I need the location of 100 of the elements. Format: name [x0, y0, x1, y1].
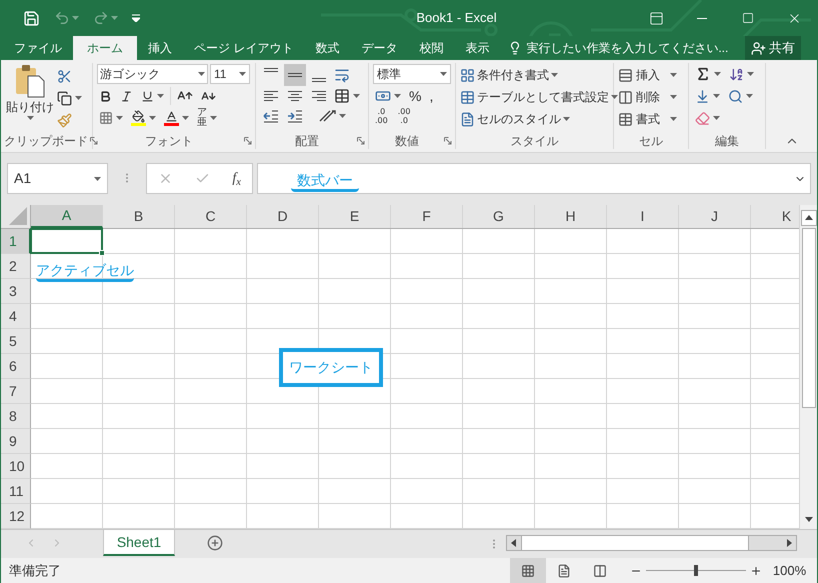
row-header[interactable]: 10 [1, 454, 31, 479]
align-lines-icon [264, 68, 278, 72]
ribbon-tab[interactable]: ファイル [3, 36, 73, 60]
dialog-launcher-icon[interactable] [444, 137, 452, 145]
fill-color-button[interactable] [129, 108, 158, 128]
column-header[interactable]: F [391, 205, 463, 228]
decimal-button[interactable]: .0 .00 [373, 107, 390, 125]
caret-icon [563, 117, 570, 121]
style-icon [460, 90, 475, 104]
name-box[interactable]: A1 [7, 163, 108, 194]
column-header[interactable]: I [607, 205, 679, 228]
dialog-launcher-icon[interactable] [90, 137, 98, 145]
ribbon-tab[interactable]: 校閲 [408, 36, 454, 60]
row-header[interactable]: 2 [1, 254, 31, 279]
caret-icon [94, 176, 101, 180]
caret-icon [26, 116, 34, 120]
share-button[interactable]: 共有 [745, 36, 801, 60]
ribbon-tab[interactable]: データ [350, 36, 408, 60]
ribbon-tab[interactable]: ホーム [73, 36, 137, 60]
active-cell[interactable] [30, 228, 103, 254]
row-header[interactable]: 4 [1, 304, 31, 329]
save-icon[interactable] [23, 10, 40, 26]
column-header[interactable]: D [247, 205, 319, 228]
caret-icon [239, 72, 246, 76]
group-label: 配置 [295, 135, 319, 147]
view-icon [557, 564, 571, 578]
column-header[interactable]: G [463, 205, 535, 228]
column-header[interactable]: C [175, 205, 247, 228]
number-format-dropdown[interactable]: 標準 [373, 64, 451, 84]
customize-icon[interactable] [132, 14, 140, 22]
cells-icon [618, 90, 633, 104]
caret-icon [394, 94, 401, 98]
insert-function-button[interactable]: f$_{x}$ [232, 168, 241, 189]
cell-command-button[interactable]: 書式 [618, 108, 677, 130]
indent-increase-icon [287, 109, 303, 123]
column-header[interactable]: B [103, 205, 175, 228]
fill-handle[interactable] [99, 250, 105, 256]
font-name-dropdown[interactable]: 游ゴシック [97, 64, 208, 84]
view-icon [521, 564, 535, 578]
maximize-icon [742, 12, 754, 24]
row-header[interactable]: 6 [1, 354, 31, 379]
search-icon [728, 88, 743, 104]
zoom-level[interactable]: 100% [762, 560, 817, 580]
row-header[interactable]: 8 [1, 404, 31, 429]
phonetic-glyph: ア [197, 108, 207, 118]
style-command-button[interactable]: テーブルとして書式設定 [460, 86, 618, 108]
caret-icon [440, 72, 447, 76]
style-command-button[interactable]: セルのスタイル [460, 108, 570, 130]
window-title: Book1 - Excel [416, 9, 497, 28]
ribbon-tab[interactable]: 数式 [304, 36, 350, 60]
scissors-icon [57, 68, 72, 84]
style-command-button[interactable]: 条件付き書式 [460, 64, 558, 86]
column-header[interactable]: H [535, 205, 607, 228]
horizontal-scrollbar[interactable] [506, 535, 797, 551]
zoom-in-icon[interactable] [750, 564, 762, 576]
dialog-launcher-icon[interactable] [357, 137, 365, 145]
paintbrush-icon [57, 112, 72, 128]
scroll-thumb[interactable] [802, 228, 816, 408]
caret-icon [670, 95, 677, 99]
number-style-button[interactable]: , [427, 89, 436, 103]
cell-command-button[interactable]: 削除 [618, 86, 677, 108]
ribbon-tab[interactable]: 挿入 [137, 36, 183, 60]
sheet-tab[interactable]: Sheet1 [103, 530, 175, 556]
dialog-launcher-icon[interactable] [244, 137, 252, 145]
tell-me-field[interactable]: 実行したい作業を入力してください... [526, 39, 728, 57]
group-label: 編集 [715, 135, 739, 147]
font-size-dropdown[interactable]: 11 [210, 64, 250, 84]
row-header[interactable]: 7 [1, 379, 31, 404]
row-header[interactable]: 9 [1, 429, 31, 454]
ribbon-tab[interactable]: 表示 [454, 36, 500, 60]
merge-cells-icon [334, 88, 350, 104]
caret-icon [157, 94, 164, 98]
column-header[interactable]: E [319, 205, 391, 228]
row-header[interactable]: 3 [1, 279, 31, 304]
vertical-align-button[interactable] [284, 64, 306, 86]
phonetic-button[interactable]: ア 亜 [195, 108, 219, 128]
caret-icon [75, 96, 82, 100]
group-label: フォント [145, 135, 193, 147]
row-header[interactable]: 12 [1, 504, 31, 529]
view-icon [593, 564, 607, 578]
view-button[interactable] [510, 558, 546, 583]
scroll-up-icon[interactable] [800, 210, 816, 226]
paste-button[interactable]: 貼り付け [5, 64, 55, 130]
zoom-slider[interactable] [646, 564, 746, 576]
caret-icon [747, 72, 754, 76]
add-sheet-icon[interactable] [207, 535, 223, 551]
ribbon-tab[interactable]: ページ レイアウト [183, 36, 304, 60]
column-header[interactable]: A [31, 205, 103, 228]
caret-icon [111, 16, 118, 20]
vertical-scrollbar[interactable] [799, 205, 817, 529]
row-header[interactable]: 5 [1, 329, 31, 354]
number-style-button[interactable]: % [407, 89, 424, 103]
indent-decrease-icon [263, 109, 279, 123]
decimal-button[interactable]: .00 .0 [396, 107, 412, 125]
ribbon-display-icon [648, 10, 664, 26]
row-header[interactable]: 1 [1, 229, 31, 254]
row-header[interactable]: 11 [1, 479, 31, 504]
align-lines-icon [312, 91, 326, 101]
column-header[interactable]: J [679, 205, 751, 228]
cell-command-button[interactable]: 挿入 [618, 64, 677, 86]
